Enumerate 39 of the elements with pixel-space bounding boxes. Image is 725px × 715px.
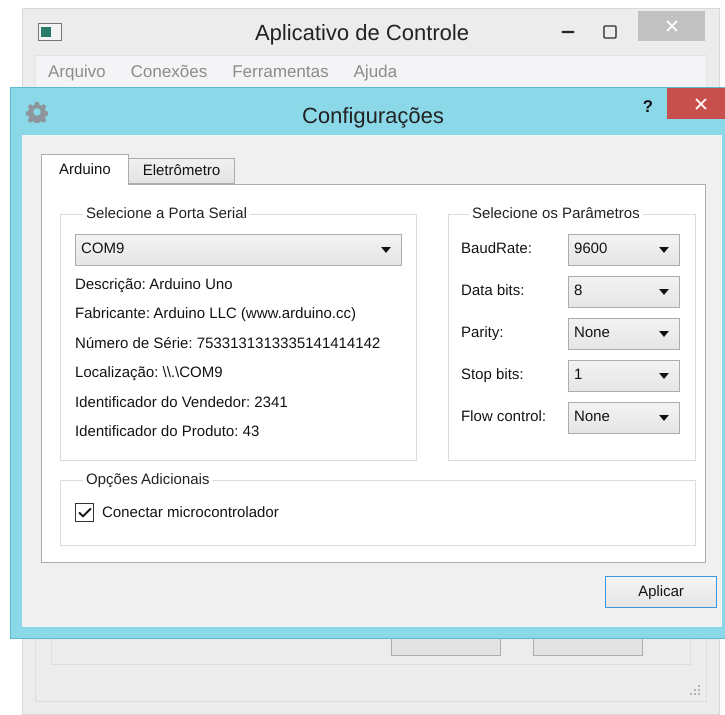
dialog-title: Configurações	[302, 102, 444, 130]
parameter-label: Data bits:	[461, 281, 526, 302]
close-button[interactable]	[667, 88, 725, 119]
caret-icon	[659, 330, 669, 336]
dropdown[interactable]: 8	[568, 276, 680, 308]
group-title: Selecione os Parâmetros	[471, 204, 641, 224]
checkbox[interactable]	[75, 503, 94, 522]
device-info: Fabricante: Arduino LLC (www.arduino.cc)	[75, 304, 357, 324]
gear-icon	[26, 100, 48, 122]
dropdown[interactable]: 9600	[568, 234, 680, 266]
caret-icon	[659, 246, 669, 252]
parameter-label: Flow control:	[461, 407, 548, 428]
group-title: Selecione a Porta Serial	[85, 204, 248, 224]
help-button[interactable]: ?	[642, 94, 653, 120]
caret-icon	[659, 414, 669, 420]
dropdown[interactable]: COM9	[75, 234, 402, 266]
window-title: Aplicativo de Controle	[255, 18, 470, 47]
parameter-label: Stop bits:	[461, 365, 525, 386]
resize-grip-icon[interactable]	[690, 685, 702, 697]
device-info: Localização: \\.\COM9	[75, 363, 224, 383]
caret-icon	[659, 288, 669, 294]
checkbox-label: Conectar microcontrolador	[102, 502, 279, 522]
dropdown[interactable]: None	[568, 318, 680, 350]
app-icon	[38, 23, 62, 41]
apply-button[interactable]: Aplicar	[605, 576, 717, 608]
caret-icon	[381, 246, 391, 252]
group-title: Opções Adicionais	[85, 470, 210, 490]
device-info: Identificador do Vendedor: 2341	[75, 392, 289, 412]
device-info: Identificador do Produto: 43	[75, 422, 260, 442]
dropdown[interactable]: 1	[568, 360, 680, 392]
caret-icon	[659, 372, 669, 378]
tab[interactable]: Eletrômetro	[128, 158, 236, 184]
device-info: Número de Série: 7533131313335141414142	[75, 334, 382, 354]
tab[interactable]: Arduino	[41, 154, 129, 185]
device-info: Descrição: Arduino Uno	[75, 274, 234, 294]
maximize-icon[interactable]	[602, 24, 618, 40]
parameter-label: Parity:	[461, 323, 505, 344]
dropdown[interactable]: None	[568, 402, 680, 434]
parameter-label: BaudRate:	[461, 239, 533, 260]
